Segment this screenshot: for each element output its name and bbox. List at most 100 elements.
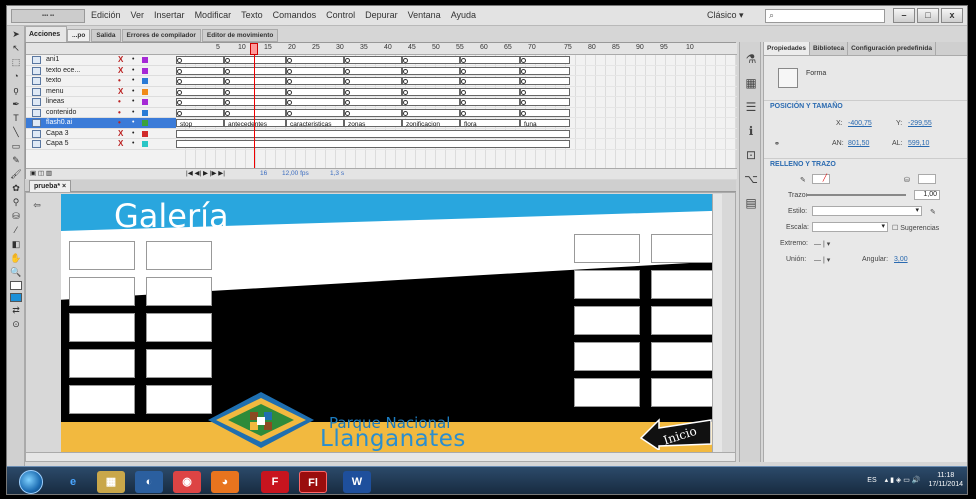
keyframe-marker[interactable]	[521, 89, 526, 95]
gallery-thumbnail[interactable]	[69, 313, 135, 342]
components-icon[interactable]: ⌥	[744, 172, 758, 186]
frame-span[interactable]	[286, 108, 344, 117]
keyframe-marker[interactable]	[287, 110, 292, 116]
info-icon[interactable]: ℹ	[744, 124, 758, 138]
frame-span[interactable]	[224, 98, 286, 106]
frame-span[interactable]	[520, 66, 570, 75]
frame-row[interactable]	[176, 87, 737, 97]
keyframe-marker[interactable]	[345, 79, 350, 84]
keyframe-marker[interactable]	[225, 79, 230, 84]
frame-span[interactable]	[286, 98, 344, 106]
frame-row[interactable]	[176, 139, 737, 150]
frame-span[interactable]	[344, 108, 402, 117]
frame-label-span[interactable]: flora	[460, 119, 520, 128]
timeline-layer[interactable]: flash0.ai • •	[26, 118, 176, 129]
inicio-button[interactable]: Inicio	[639, 416, 715, 450]
frame-span[interactable]	[176, 98, 224, 106]
language-indicator[interactable]: ES	[867, 477, 876, 484]
tab-library[interactable]: Biblioteca	[810, 42, 849, 55]
fill-color-box[interactable]	[918, 174, 936, 184]
frame-span[interactable]	[460, 77, 520, 85]
gallery-thumbnail[interactable]	[651, 234, 717, 263]
keyframe-marker[interactable]	[287, 79, 292, 84]
tab-compiler-errors[interactable]: Errores de compilador	[121, 29, 201, 42]
gallery-thumbnail[interactable]	[574, 342, 640, 371]
frame-span[interactable]	[224, 87, 286, 96]
frame-row[interactable]	[176, 97, 737, 108]
keyframe-marker[interactable]	[225, 68, 230, 74]
keyframe-marker[interactable]	[177, 79, 182, 84]
menu-edicion[interactable]: Edición	[91, 10, 121, 20]
keyframe-marker[interactable]	[345, 68, 350, 74]
new-layer-icon[interactable]: ▣ ◫ ▥	[30, 169, 52, 179]
frame-span[interactable]	[520, 77, 570, 85]
layer-visibility-toggle[interactable]: •	[118, 118, 121, 128]
frame-label-span[interactable]: stop	[176, 119, 224, 128]
tab-output[interactable]: Salida	[91, 29, 121, 42]
stroke-color-swatch[interactable]	[10, 281, 22, 290]
frame-span[interactable]	[344, 77, 402, 85]
rectangle-tool-icon[interactable]: ▭	[9, 140, 23, 152]
brush-icon[interactable]: 🖌	[9, 168, 23, 180]
text-tool-icon[interactable]: T	[9, 112, 23, 124]
frame-span[interactable]	[344, 87, 402, 96]
keyframe-marker[interactable]	[521, 110, 526, 116]
layer-lock-toggle[interactable]: •	[132, 66, 134, 76]
layer-lock-toggle[interactable]: •	[132, 129, 134, 139]
tray-icons[interactable]: ▴ ▮ ◈ ▭ 🔊	[885, 476, 921, 484]
transform-icon[interactable]: ⊡	[744, 148, 758, 162]
menu-ventana[interactable]: Ventana	[408, 10, 441, 20]
layer-lock-toggle[interactable]: •	[132, 108, 134, 118]
frame-span[interactable]	[460, 108, 520, 117]
lasso-icon[interactable]: ϙ	[9, 84, 23, 96]
stroke-pencil-icon[interactable]: ✎	[800, 176, 806, 184]
frame-label-span[interactable]: zonas	[344, 119, 402, 128]
frame-span[interactable]	[286, 77, 344, 85]
frame-span[interactable]	[286, 56, 344, 64]
keyframe-marker[interactable]	[177, 58, 182, 63]
layer-outline-color[interactable]	[142, 88, 148, 95]
paint-bucket-icon[interactable]: ⛁	[9, 210, 23, 222]
stroke-color-box[interactable]: ╱	[812, 174, 830, 184]
keyframe-marker[interactable]	[461, 100, 466, 105]
layer-lock-toggle[interactable]: •	[132, 118, 134, 128]
gallery-thumbnail[interactable]	[651, 270, 717, 299]
timeline-ruler[interactable]: 5 10 15 20 25 30 35 40 45 50 55 60 65 70…	[26, 43, 737, 55]
keyframe-marker[interactable]	[287, 58, 292, 63]
frame-span[interactable]	[224, 66, 286, 75]
layer-lock-toggle[interactable]: •	[132, 55, 134, 65]
frame-span[interactable]	[176, 140, 570, 148]
frame-label-span[interactable]: antecedentes	[224, 119, 286, 128]
gallery-thumbnail[interactable]	[651, 378, 717, 407]
tab-timeline[interactable]: ...po	[67, 29, 91, 42]
frame-row[interactable]: stop antecedentes caracteristicas zonas zoni…	[176, 118, 737, 129]
frame-span[interactable]	[176, 77, 224, 85]
layer-visibility-toggle[interactable]: •	[118, 108, 121, 118]
layer-visibility-toggle[interactable]: X	[118, 139, 123, 149]
search-input[interactable]: ⌕	[765, 9, 885, 23]
keyframe-marker[interactable]	[461, 68, 466, 74]
free-transform-icon[interactable]: ⬚	[9, 56, 23, 68]
frame-span[interactable]	[176, 108, 224, 117]
keyframe-marker[interactable]	[225, 110, 230, 116]
sugerencias-checkbox[interactable]: ☐ Sugerencias	[892, 224, 939, 232]
layer-outline-color[interactable]	[142, 130, 148, 137]
timeline-layer[interactable]: Capa 3 X •	[26, 129, 176, 139]
menu-depurar[interactable]: Depurar	[365, 10, 398, 20]
timeline-layer[interactable]: ani1 X •	[26, 55, 176, 66]
frame-label-span[interactable]: caracteristicas	[286, 119, 344, 128]
swap-colors-icon[interactable]: ⇄	[9, 304, 23, 316]
playhead[interactable]	[250, 43, 258, 55]
cap-dropdown[interactable]: — | ▾	[814, 240, 830, 248]
line-tool-icon[interactable]: ╲	[9, 126, 23, 138]
timeline-layer[interactable]: menu X •	[26, 87, 176, 97]
frame-span[interactable]	[460, 66, 520, 75]
bone-icon[interactable]: ⚲	[9, 196, 23, 208]
keyframe-marker[interactable]	[403, 89, 408, 95]
snap-icon[interactable]: ⊙	[9, 318, 23, 330]
workspace-dropdown[interactable]: Clásico ▾	[707, 10, 744, 21]
frame-row[interactable]	[176, 108, 737, 118]
tab-properties[interactable]: Propiedades	[764, 42, 811, 55]
frame-label-span[interactable]: zonificacion	[402, 119, 460, 128]
keyframe-marker[interactable]	[345, 89, 350, 95]
